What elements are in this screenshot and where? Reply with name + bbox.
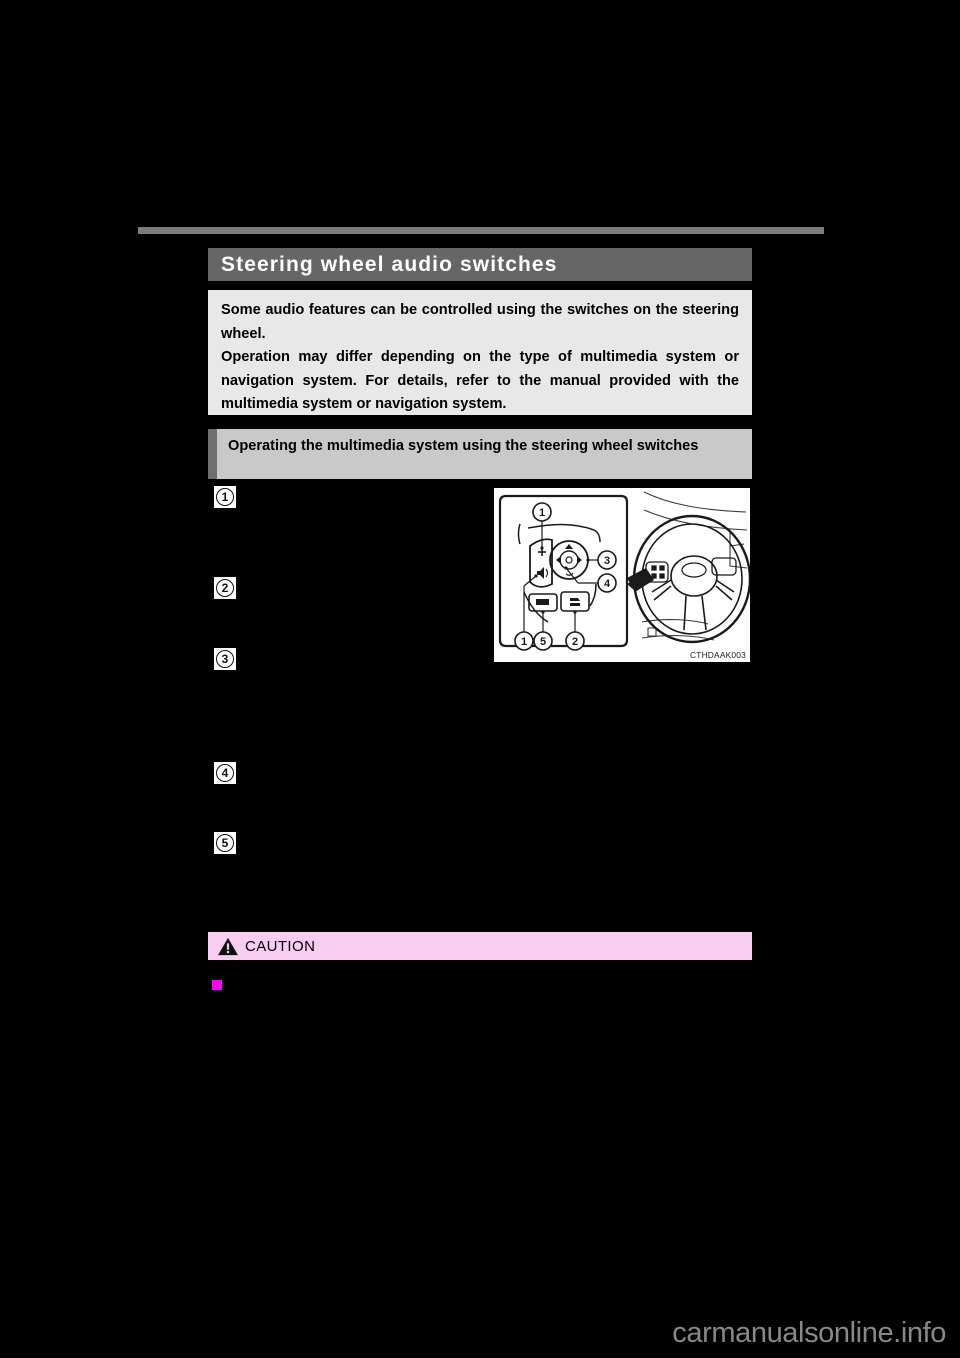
list-marker-2: 2: [214, 577, 236, 599]
caution-bullet-marker: [212, 980, 222, 990]
page-title: Steering wheel audio switches: [221, 252, 558, 276]
intro-box: Some audio features can be controlled us…: [208, 290, 752, 415]
circled-number-icon: 3: [216, 650, 234, 668]
list-marker-5: 5: [214, 832, 236, 854]
list-marker-1: 1: [214, 486, 236, 508]
circled-number-icon: 4: [216, 764, 234, 782]
svg-text:4: 4: [604, 578, 611, 590]
circled-number-icon: 1: [216, 488, 234, 506]
manual-page: Steering wheel audio switches Some audio…: [0, 0, 960, 1358]
list-marker-3: 3: [214, 648, 236, 670]
intro-paragraph-1: Some audio features can be controlled us…: [221, 302, 739, 342]
caution-box: CAUTION: [208, 932, 752, 960]
circled-number-icon: 2: [216, 579, 234, 597]
subsection-heading: Operating the multimedia system using th…: [228, 438, 699, 454]
steering-wheel-switch-diagram: 1 1 5 2 3 4: [494, 488, 750, 662]
subsection-header: Operating the multimedia system using th…: [208, 429, 752, 479]
svg-text:1: 1: [539, 507, 545, 519]
illustration-caption: CTHDAAK003: [690, 650, 746, 660]
illustration-panel: 1 1 5 2 3 4 CTHDAAK003: [493, 487, 751, 663]
list-marker-4: 4: [214, 762, 236, 784]
svg-text:2: 2: [572, 636, 578, 648]
caution-label: CAUTION: [245, 937, 316, 955]
header-rule: [138, 227, 824, 234]
site-watermark: carmanualsonline.info: [672, 1317, 946, 1349]
intro-paragraph-2: Operation may differ depending on the ty…: [221, 349, 739, 412]
warning-triangle-icon: [218, 937, 238, 955]
svg-text:3: 3: [604, 555, 610, 567]
svg-text:5: 5: [540, 636, 546, 648]
svg-text:1: 1: [521, 636, 527, 648]
circled-number-icon: 5: [216, 834, 234, 852]
section-title-bar: Steering wheel audio switches: [208, 248, 752, 281]
